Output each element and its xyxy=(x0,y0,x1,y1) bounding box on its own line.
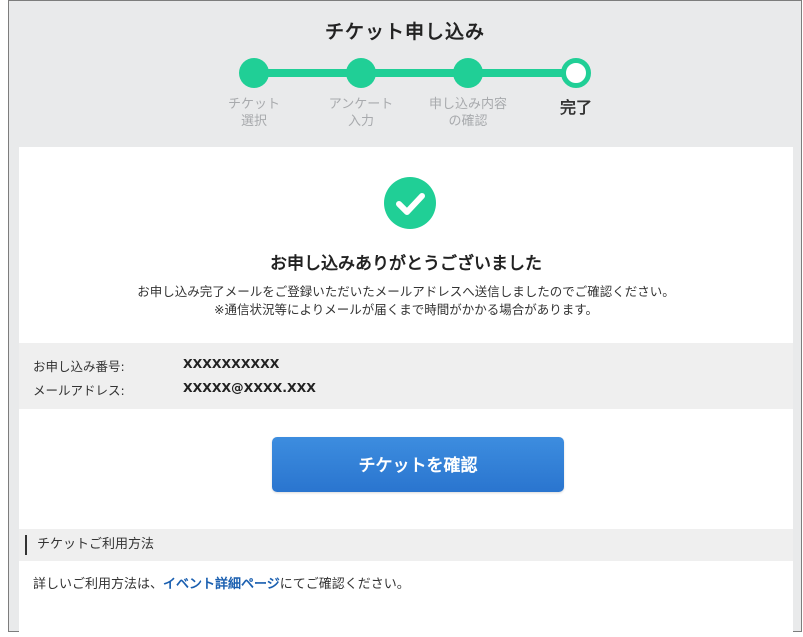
completion-message-line2: ※通信状況等によりメールが届くまで時間がかかる場合があります。 xyxy=(214,302,598,317)
email-label: メールアドレス: xyxy=(33,383,125,398)
usage-section-header: チケットご利用方法 xyxy=(19,529,793,561)
confirm-ticket-button[interactable]: チケットを確認 xyxy=(272,437,564,492)
step-dot-review xyxy=(453,58,483,88)
usage-description: 詳しいご利用方法は、イベント詳細ページにてご確認ください。 xyxy=(33,573,410,592)
step-dot-survey xyxy=(346,58,376,88)
event-detail-link[interactable]: イベント詳細ページ xyxy=(163,577,280,592)
usage-text-before: 詳しいご利用方法は、 xyxy=(33,577,164,592)
progress-stepper: チケット 選択 アンケート 入力 申し込み内容 の確認 完了 xyxy=(9,1,801,147)
step-label-complete: 完了 xyxy=(559,98,592,117)
step-label-survey: アンケート 入力 xyxy=(328,97,394,129)
order-number-label: お申し込み番号: xyxy=(33,359,125,374)
stepper-track xyxy=(254,69,584,77)
check-circle-icon xyxy=(384,177,436,229)
step-dot-ticket-select xyxy=(239,58,269,88)
completion-card: お申し込みありがとうございました お申し込み完了メールをご登録いただいたメールア… xyxy=(19,147,793,633)
order-number-value: XXXXXXXXXX xyxy=(183,356,280,371)
step-dot-complete xyxy=(561,58,591,88)
completion-title: お申し込みありがとうございました xyxy=(270,254,542,274)
usage-text-after: にてご確認ください。 xyxy=(279,577,410,592)
ticket-application-panel: チケット申し込み チケット 選択 アンケート 入力 申し込み内容 の確認 完了 … xyxy=(8,0,802,633)
email-value: XXXXX@XXXX.XXX xyxy=(183,380,316,395)
completion-message: お申し込み完了メールをご登録いただいたメールアドレスへ送信しましたのでご確認くだ… xyxy=(19,283,793,319)
step-label-review: 申し込み内容 の確認 xyxy=(428,97,507,129)
step-label-ticket-select: チケット 選択 xyxy=(227,97,280,129)
order-info-box: お申し込み番号: XXXXXXXXXX メールアドレス: XXXXX@XXXX.… xyxy=(19,343,793,409)
section-accent-bar xyxy=(25,535,27,555)
completion-message-line1: お申し込み完了メールをご登録いただいたメールアドレスへ送信しましたのでご確認くだ… xyxy=(137,284,675,299)
usage-section-title: チケットご利用方法 xyxy=(37,537,155,552)
stepper-header: チケット申し込み チケット 選択 アンケート 入力 申し込み内容 の確認 完了 xyxy=(9,1,801,147)
